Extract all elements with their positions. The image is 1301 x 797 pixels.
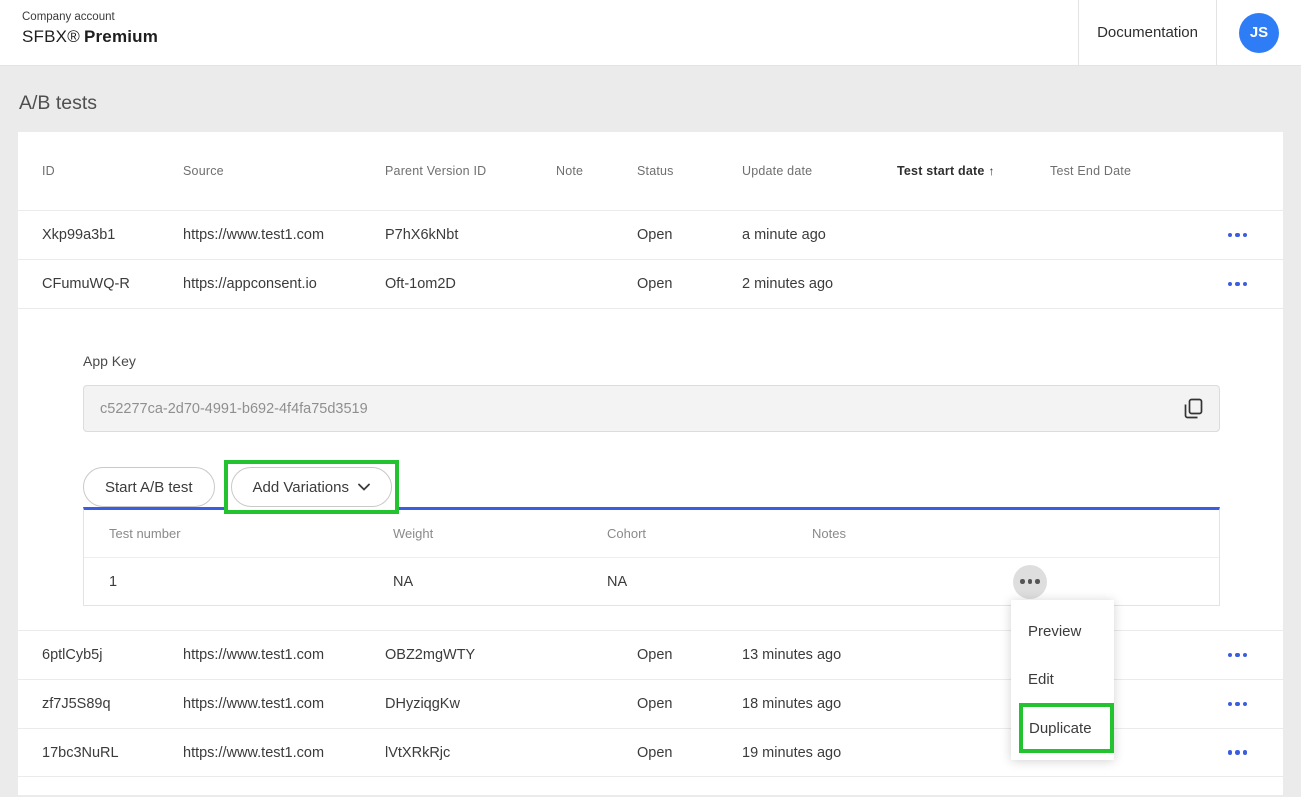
cell-status: Open [637, 647, 742, 663]
brand-name: SFBX® [22, 27, 80, 46]
cell-id: 6ptlCyb5j [42, 647, 183, 663]
cell-parent-version-id: Oft-1om2D [385, 276, 556, 292]
add-variations-label: Add Variations [253, 479, 349, 496]
cell-weight: NA [393, 574, 607, 590]
cell-update-date: a minute ago [742, 227, 897, 243]
cell-parent-version-id: P7hX6kNbt [385, 227, 556, 243]
cell-parent-version-id: lVtXRkRjc [385, 745, 556, 761]
expanded-row-panel: App Key c52277ca-2d70-4991-b692-4f4fa75d… [18, 308, 1283, 630]
cell-status: Open [637, 745, 742, 761]
column-header-test-end-date[interactable]: Test End Date [1050, 164, 1160, 178]
row-actions-menu-button[interactable] [1222, 744, 1254, 761]
brand-plan: Premium [84, 27, 158, 46]
column-header-weight: Weight [393, 526, 607, 541]
table-row: Xkp99a3b1 https://www.test1.com P7hX6kNb… [18, 210, 1283, 259]
variation-actions-menu-button[interactable] [1013, 565, 1047, 599]
cell-id: 17bc3NuRL [42, 745, 183, 761]
table-row: CFumuWQ-R https://appconsent.io Oft-1om2… [18, 259, 1283, 308]
column-header-id[interactable]: ID [42, 164, 183, 178]
brand-block: Company account SFBX®Premium [0, 0, 158, 65]
cell-id: Xkp99a3b1 [42, 227, 183, 243]
column-header-test-start-date-label: Test start date [897, 164, 985, 178]
cell-source: https://www.test1.com [183, 227, 385, 243]
user-avatar[interactable]: JS [1239, 13, 1279, 53]
brand-title: SFBX®Premium [22, 27, 158, 47]
cell-parent-version-id: OBZ2mgWTY [385, 647, 556, 663]
column-header-test-number: Test number [109, 526, 393, 541]
start-ab-test-button[interactable]: Start A/B test [83, 467, 215, 507]
column-header-update-date[interactable]: Update date [742, 164, 897, 178]
cell-source: https://www.test1.com [183, 647, 385, 663]
row-actions-menu-button[interactable] [1222, 276, 1254, 293]
add-variations-button[interactable]: Add Variations [231, 467, 392, 507]
column-header-note[interactable]: Note [556, 164, 637, 178]
cell-source: https://appconsent.io [183, 276, 385, 292]
column-header-notes: Notes [812, 526, 1013, 541]
row-actions-menu-button[interactable] [1222, 227, 1254, 244]
cell-source: https://www.test1.com [183, 745, 385, 761]
row-actions-menu-button[interactable] [1222, 696, 1254, 713]
cell-cohort: NA [607, 574, 812, 590]
variation-row: 1 NA NA [84, 557, 1219, 605]
variations-header-row: Test number Weight Cohort Notes [84, 510, 1219, 557]
more-options-icon [1228, 653, 1248, 658]
row-actions-menu-button[interactable] [1222, 647, 1254, 664]
copy-app-key-button[interactable] [1184, 398, 1203, 419]
cell-status: Open [637, 227, 742, 243]
more-options-icon [1228, 282, 1248, 287]
header-actions: Documentation JS [1078, 0, 1301, 65]
menu-item-edit[interactable]: Edit [1011, 655, 1114, 703]
cell-source: https://www.test1.com [183, 696, 385, 712]
more-options-icon [1020, 579, 1040, 584]
column-header-cohort: Cohort [607, 526, 812, 541]
app-key-label: App Key [83, 353, 1220, 369]
cell-status: Open [637, 696, 742, 712]
expanded-actions-row: Start A/B test Add Variations [83, 460, 1220, 514]
menu-item-duplicate[interactable]: Duplicate [1019, 703, 1114, 753]
cell-update-date: 13 minutes ago [742, 647, 897, 663]
more-options-icon [1228, 750, 1248, 755]
sort-ascending-icon: ↑ [989, 164, 995, 178]
column-header-source[interactable]: Source [183, 164, 385, 178]
column-header-parent-version-id[interactable]: Parent Version ID [385, 164, 556, 178]
app-key-field: c52277ca-2d70-4991-b692-4f4fa75d3519 [83, 385, 1220, 432]
account-type-label: Company account [22, 11, 158, 23]
page-title: A/B tests [19, 92, 1283, 115]
cell-id: zf7J5S89q [42, 696, 183, 712]
cell-update-date: 18 minutes ago [742, 696, 897, 712]
context-menu: Preview Edit Duplicate [1011, 600, 1114, 760]
variations-table: Test number Weight Cohort Notes 1 NA NA [83, 507, 1220, 606]
documentation-link[interactable]: Documentation [1078, 0, 1217, 65]
table-header-row: ID Source Parent Version ID Note Status … [18, 132, 1283, 210]
cell-test-number: 1 [109, 574, 393, 590]
more-options-icon [1228, 233, 1248, 238]
column-header-test-start-date[interactable]: Test start date ↑ [897, 164, 1050, 178]
cell-update-date: 19 minutes ago [742, 745, 897, 761]
cell-parent-version-id: DHyziqgKw [385, 696, 556, 712]
more-options-icon [1228, 702, 1248, 707]
column-header-status[interactable]: Status [637, 164, 742, 178]
cell-id: CFumuWQ-R [42, 276, 183, 292]
app-header: Company account SFBX®Premium Documentati… [0, 0, 1301, 66]
menu-item-preview[interactable]: Preview [1011, 607, 1114, 655]
app-key-value: c52277ca-2d70-4991-b692-4f4fa75d3519 [100, 401, 1184, 417]
copy-icon [1184, 398, 1203, 419]
annotation-highlight-add-variations: Add Variations [224, 460, 399, 514]
cell-status: Open [637, 276, 742, 292]
avatar-container: JS [1217, 0, 1301, 65]
cell-update-date: 2 minutes ago [742, 276, 897, 292]
chevron-down-icon [358, 483, 370, 491]
